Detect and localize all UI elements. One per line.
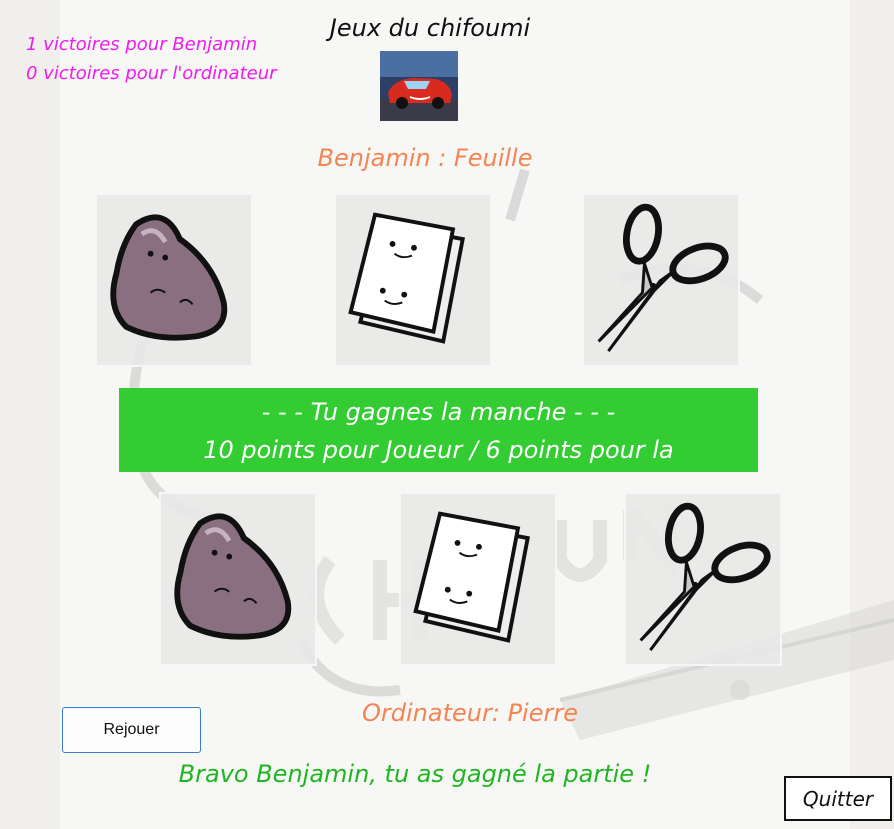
player-scissors-button[interactable] [582,193,740,367]
rock-icon [110,214,228,341]
computer-scissors-card [624,492,782,666]
round-result-line2: 10 points pour Joueur / 6 points pour la [203,436,674,464]
round-result-banner: - - - Tu gagnes la manche - - - 10 point… [119,388,758,472]
paper-icon [348,212,465,344]
racing-car-image [380,51,458,121]
game-result-message: Bravo Benjamin, tu as gagné la partie ! [178,760,652,788]
scissors-icon [639,502,771,652]
replay-button[interactable]: Rejouer [62,707,201,753]
computer-rock-card [159,492,317,666]
scissors-icon [597,203,729,353]
round-result-line1: - - - Tu gagnes la manche - - - [261,398,616,426]
computer-score: 0 victoires pour l'ordinateur [26,63,277,84]
paper-icon [413,511,530,643]
game-title: Jeux du chifoumi [329,14,531,42]
computer-choice-label: Ordinateur: Pierre [362,699,578,727]
player-score: 1 victoires pour Benjamin [26,34,258,55]
quit-button[interactable]: Quitter [784,776,892,821]
player-rock-button[interactable] [95,193,253,367]
computer-paper-card [399,492,557,666]
score-display: 1 victoires pour Benjamin 0 victoires po… [26,30,296,88]
player-paper-button[interactable] [334,193,492,367]
player-choice-label: Benjamin : Feuille [317,144,533,172]
rock-icon [174,513,292,640]
